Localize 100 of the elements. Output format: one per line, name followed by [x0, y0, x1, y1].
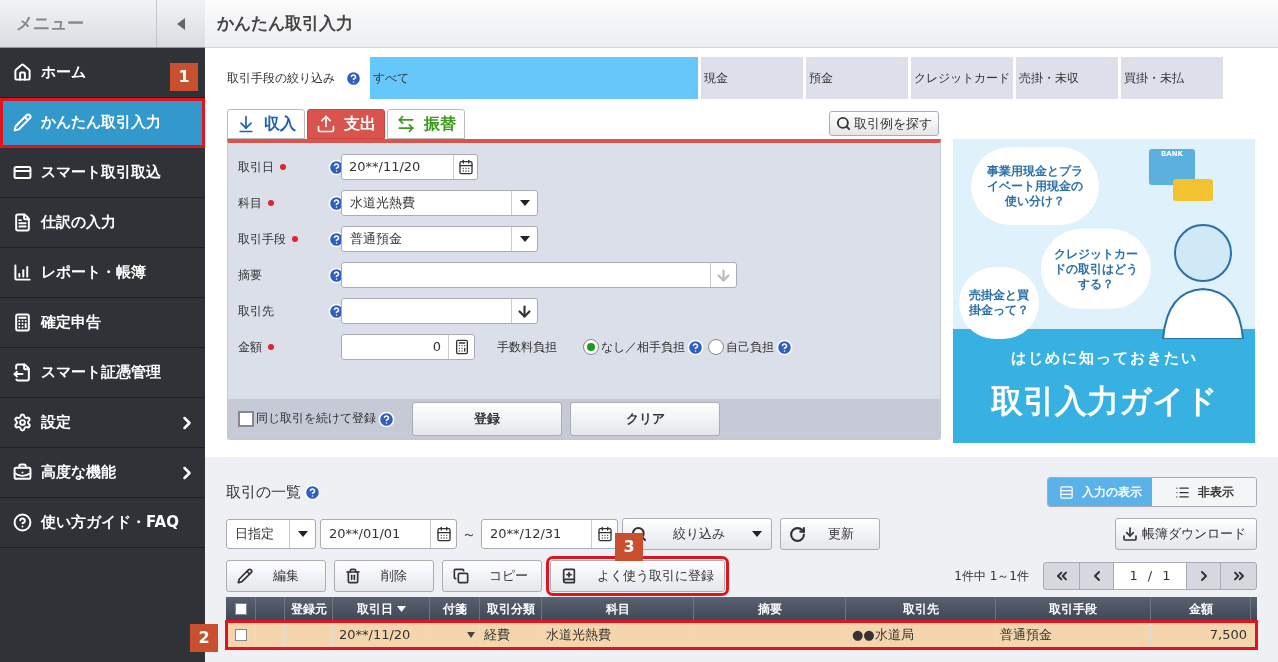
- select-all-checkbox[interactable]: [234, 603, 247, 615]
- sidebar-item[interactable]: 確定申告: [0, 298, 205, 348]
- radio-button[interactable]: [708, 339, 724, 355]
- date-field[interactable]: 20**/01/01: [320, 519, 457, 549]
- column-header[interactable]: 取引日: [356, 600, 393, 618]
- clear-button[interactable]: クリア: [570, 402, 720, 436]
- sidebar-item[interactable]: 設定: [0, 398, 205, 448]
- required-mark-icon: [268, 344, 274, 350]
- download-button[interactable]: 帳簿ダウンロード: [1115, 518, 1257, 550]
- copy-icon: [453, 568, 469, 584]
- field-label: 取引日: [238, 159, 274, 176]
- view-toggle[interactable]: 非表示: [1152, 478, 1256, 506]
- record-count: 1件中 1～1件: [954, 568, 1029, 585]
- field-label: 科目: [238, 195, 262, 212]
- banner-title: 取引入力ガイド: [990, 381, 1218, 423]
- table-cell-text: 水道光熱費: [546, 626, 611, 645]
- refresh-icon: [789, 525, 806, 543]
- search-examples-button[interactable]: 取引例を探す: [829, 111, 939, 136]
- filter-tab[interactable]: 買掛・未払: [1121, 57, 1223, 99]
- swap-arrows-icon: [396, 114, 416, 134]
- action-button[interactable]: 編集: [226, 560, 326, 592]
- entry-tab[interactable]: 振替: [387, 109, 465, 139]
- search-icon: [836, 116, 851, 131]
- column-header[interactable]: 摘要: [757, 600, 782, 618]
- select-field[interactable]: 普通預金: [341, 226, 538, 252]
- section-title: 取引の一覧: [226, 481, 301, 503]
- filter-tab[interactable]: 預金: [806, 57, 908, 99]
- sidebar-item[interactable]: 仕訳の入力: [0, 198, 205, 248]
- column-header[interactable]: 付箋: [442, 600, 467, 618]
- help-icon[interactable]: [345, 69, 362, 87]
- callout-number: 1: [170, 63, 198, 91]
- text-field[interactable]: [341, 262, 737, 288]
- trash-icon: [345, 568, 361, 584]
- help-icon[interactable]: [687, 338, 704, 356]
- menu-icon: [13, 113, 32, 132]
- field-label: 摘要: [238, 267, 262, 284]
- column-header[interactable]: 取引手段: [1049, 600, 1097, 618]
- menu-icon: [13, 413, 32, 432]
- menu-icon: [13, 163, 32, 182]
- column-header[interactable]: 登録元: [290, 600, 327, 618]
- download-icon: [1122, 526, 1138, 542]
- help-icon[interactable]: [304, 483, 321, 501]
- filter-label: 取引手段の絞り込み: [227, 70, 336, 87]
- help-icon[interactable]: [776, 338, 793, 356]
- table-cell-text: 普通預金: [1000, 626, 1052, 645]
- book-plus-icon: [561, 568, 577, 584]
- date-field[interactable]: 20**/12/31: [481, 519, 618, 549]
- card-icon: [1173, 179, 1213, 201]
- field-label: 金額: [238, 339, 262, 356]
- radio-button[interactable]: [583, 339, 599, 355]
- register-button[interactable]: 登録: [412, 402, 562, 436]
- filter-tab[interactable]: 現金: [701, 57, 803, 99]
- action-button[interactable]: コピー: [442, 560, 542, 592]
- required-mark-icon: [292, 236, 298, 242]
- sidebar-item[interactable]: 高度な機能: [0, 448, 205, 498]
- download-tray-icon: [236, 114, 256, 134]
- menu-icon: [13, 63, 32, 82]
- callout-number: 3: [615, 533, 643, 561]
- caret-icon: [751, 530, 763, 538]
- calculator-icon: [453, 339, 470, 355]
- filter-tab[interactable]: 売掛・未収: [1016, 57, 1118, 99]
- calendar-icon: [435, 526, 452, 542]
- field-label: 取引先: [238, 303, 274, 320]
- speech-bubble: 事業用現金とプライベート用現金の使い分け？: [971, 147, 1099, 225]
- table-cell-text: ●●水道局: [852, 626, 914, 645]
- column-header[interactable]: 科目: [605, 600, 630, 618]
- column-header[interactable]: 取引先: [902, 600, 939, 618]
- amount-field[interactable]: 0: [341, 334, 475, 360]
- sidebar-item[interactable]: スマート証憑管理: [0, 348, 205, 398]
- sidebar-item[interactable]: スマート取引取込: [0, 148, 205, 198]
- radio-label: なし／相手負担: [601, 339, 685, 356]
- row-checkbox[interactable]: [234, 629, 247, 641]
- text-field[interactable]: [341, 298, 538, 324]
- fee-label: 手数料負担: [497, 339, 558, 356]
- action-button[interactable]: 削除: [334, 560, 434, 592]
- collapse-icon: [176, 16, 186, 31]
- filter-tab[interactable]: クレジットカード: [911, 57, 1013, 99]
- entry-tab[interactable]: 支出: [307, 109, 385, 139]
- table-cell-text: 経費: [484, 626, 510, 645]
- menu-icon: [13, 313, 32, 332]
- radio-label: 自己負担: [726, 339, 774, 356]
- menu-icon: [13, 513, 32, 532]
- column-header[interactable]: 金額: [1188, 600, 1213, 618]
- help-icon[interactable]: [378, 410, 395, 428]
- dropdown-icon[interactable]: [467, 632, 475, 638]
- sidebar-item[interactable]: レポート・帳簿: [0, 248, 205, 298]
- checkbox[interactable]: [238, 411, 254, 427]
- menu-title: メニュー: [0, 0, 157, 47]
- period-select[interactable]: 日指定: [226, 519, 316, 549]
- required-mark-icon: [280, 164, 286, 170]
- entry-tab[interactable]: 収入: [227, 109, 305, 139]
- page-title: かんたん取引入力: [217, 11, 353, 35]
- select-field[interactable]: 水道光熱費: [341, 190, 538, 216]
- column-header[interactable]: 取引分類: [486, 600, 535, 618]
- refresh-button[interactable]: 更新: [780, 518, 880, 550]
- caret-icon: [518, 235, 531, 243]
- table-row[interactable]: 20**/11/20 経費 水道光熱費 ●●水道局 普通預金 7,500: [226, 621, 1257, 649]
- date-field[interactable]: 20**/11/20: [341, 154, 478, 180]
- filter-tab[interactable]: すべて: [370, 57, 698, 99]
- caret-icon: [518, 199, 531, 207]
